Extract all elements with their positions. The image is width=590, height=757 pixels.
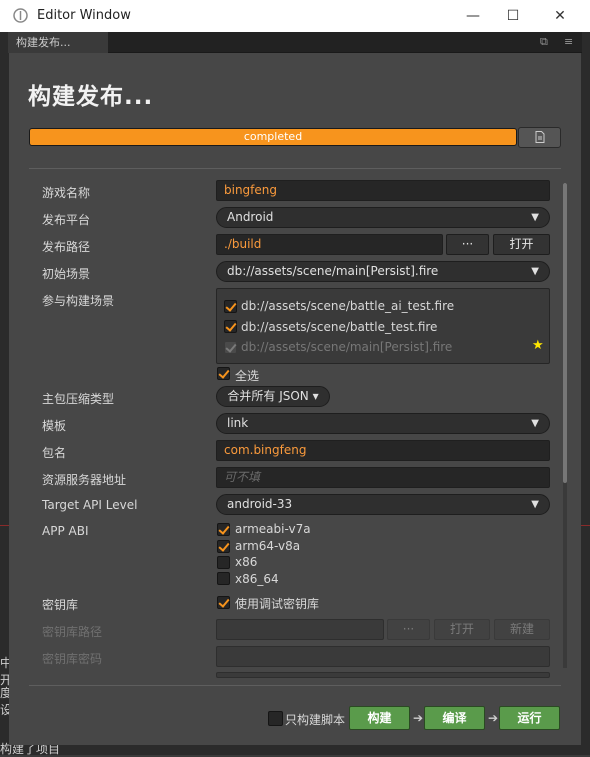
- debug-keystore-checkbox[interactable]: [217, 596, 230, 609]
- package-name-label: 包名: [42, 446, 67, 460]
- abi-label: armeabi-v7a: [235, 522, 311, 536]
- script-only-checkbox[interactable]: [268, 711, 283, 726]
- build-progress-bar: completed: [29, 128, 517, 146]
- start-scene-label: 初始场景: [42, 267, 91, 281]
- menu-icon[interactable]: ≡: [564, 35, 573, 48]
- keystore-password-input: [216, 646, 550, 667]
- abi-label: x86_64: [235, 572, 279, 586]
- resource-server-input[interactable]: 可不填: [216, 467, 550, 488]
- abi-checkbox[interactable]: [217, 540, 230, 553]
- divider: [29, 168, 561, 169]
- minimize-button[interactable]: —: [458, 6, 488, 26]
- tab-build-publish[interactable]: 构建发布...: [8, 32, 108, 53]
- star-icon: ★: [532, 338, 544, 353]
- game-name-label: 游戏名称: [42, 186, 91, 200]
- abi-label: arm64-v8a: [235, 539, 301, 553]
- platform-label: 发布平台: [42, 213, 91, 227]
- api-level-select[interactable]: android-33 ▼: [216, 494, 550, 515]
- caret-down-icon: ▼: [531, 418, 539, 429]
- api-level-label: Target API Level: [42, 498, 138, 512]
- start-scene-select[interactable]: db://assets/scene/main[Persist].fire ▼: [216, 261, 550, 282]
- template-select[interactable]: link ▼: [216, 413, 550, 434]
- scene-checkbox[interactable]: [224, 300, 237, 313]
- keystore-path-input: [216, 619, 384, 640]
- arrow-right-icon: ➔: [488, 711, 499, 725]
- maximize-button[interactable]: ☐: [498, 6, 528, 26]
- open-keystore-button: 打开: [434, 619, 490, 640]
- browse-build-path-button[interactable]: ···: [446, 234, 489, 255]
- platform-value: Android: [227, 210, 274, 224]
- open-log-button[interactable]: [518, 127, 561, 148]
- select-all-checkbox[interactable]: [217, 367, 230, 380]
- keystore-path-label: 密钥库路径: [42, 625, 103, 639]
- scene-path: db://assets/scene/main[Persist].fire: [241, 340, 453, 354]
- game-name-input[interactable]: bingfeng: [216, 180, 550, 201]
- window-title: Editor Window: [37, 8, 131, 23]
- scenes-label: 参与构建场景: [42, 294, 115, 308]
- script-only-label: 只构建脚本: [285, 713, 346, 727]
- app-icon: [13, 8, 28, 23]
- scene-checkbox[interactable]: [224, 320, 237, 333]
- document-icon: [535, 131, 544, 143]
- build-path-label: 发布路径: [42, 240, 91, 254]
- select-all-label: 全选: [235, 369, 260, 383]
- compile-button[interactable]: 编译: [424, 706, 485, 730]
- caret-down-icon: ▼: [531, 212, 539, 223]
- background-divider: [581, 525, 590, 526]
- abi-checkbox[interactable]: [217, 523, 230, 536]
- open-build-path-button[interactable]: 打开: [493, 234, 550, 255]
- next-field-clipped: [216, 672, 550, 678]
- abi-label: x86: [235, 555, 258, 569]
- scene-checkbox-disabled: [224, 341, 237, 354]
- background-text: 度设: [0, 686, 9, 717]
- api-level-value: android-33: [227, 497, 293, 511]
- resource-server-label: 资源服务器地址: [42, 473, 127, 487]
- build-button[interactable]: 构建: [349, 706, 410, 730]
- caret-down-icon: ▼: [531, 499, 539, 510]
- platform-select[interactable]: Android ▼: [216, 207, 550, 228]
- window-titlebar: Editor Window — ☐ ✕: [0, 0, 590, 32]
- keystore-label: 密钥库: [42, 598, 79, 612]
- package-name-input[interactable]: com.bingfeng: [216, 440, 550, 461]
- app-abi-label: APP ABI: [42, 524, 89, 538]
- build-path-input[interactable]: ./build: [216, 234, 443, 255]
- compression-select[interactable]: 合并所有 JSON ▾: [216, 386, 330, 407]
- close-button[interactable]: ✕: [545, 6, 575, 26]
- new-keystore-button: 新建: [494, 619, 550, 640]
- abi-checkbox[interactable]: [217, 556, 230, 569]
- scrollbar-thumb[interactable]: [563, 183, 567, 483]
- compression-label: 主包压缩类型: [42, 392, 115, 406]
- keystore-password-label: 密钥库密码: [42, 652, 103, 666]
- scene-path: db://assets/scene/battle_test.fire: [241, 320, 438, 334]
- arrow-right-icon: ➔: [413, 711, 424, 725]
- caret-down-icon: ▼: [531, 266, 539, 277]
- template-value: link: [227, 416, 249, 430]
- background-text: 中开: [0, 656, 9, 687]
- restore-icon[interactable]: ⧉: [540, 35, 548, 49]
- divider: [29, 685, 561, 686]
- template-label: 模板: [42, 419, 67, 433]
- debug-keystore-label: 使用调试密钥库: [235, 597, 320, 611]
- abi-checkbox[interactable]: [217, 572, 230, 585]
- scene-path: db://assets/scene/battle_ai_test.fire: [241, 299, 455, 313]
- run-button[interactable]: 运行: [499, 706, 560, 730]
- start-scene-value: db://assets/scene/main[Persist].fire: [227, 264, 439, 278]
- background-divider: [0, 525, 9, 526]
- page-title: 构建发布...: [28, 84, 154, 110]
- browse-keystore-button: ···: [387, 619, 430, 640]
